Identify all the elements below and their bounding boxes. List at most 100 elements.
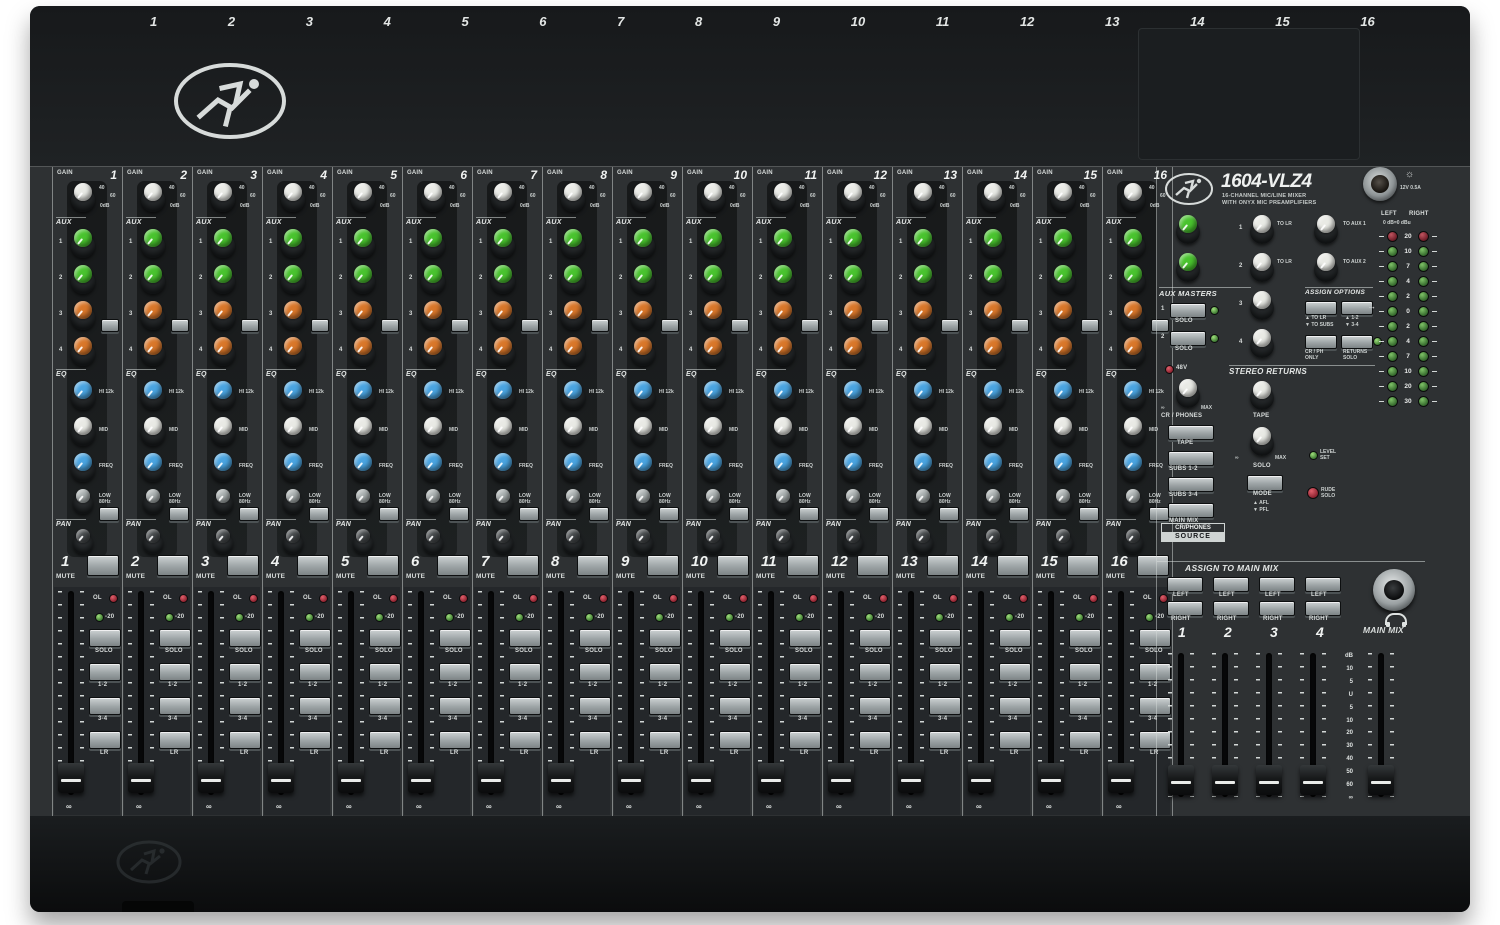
eq-mid-knob[interactable] — [840, 417, 866, 447]
pan-knob[interactable] — [422, 529, 444, 555]
option-to-lr-subs-button[interactable] — [1305, 301, 1337, 315]
gain-knob[interactable] — [350, 183, 376, 213]
aux4-knob[interactable] — [350, 337, 376, 367]
solo-button[interactable] — [719, 629, 751, 647]
aux2-knob[interactable] — [210, 265, 236, 295]
mute-button[interactable] — [367, 555, 399, 576]
aux-shift-button[interactable] — [1011, 319, 1029, 332]
fader-cap[interactable] — [1168, 765, 1194, 795]
aux-shift-button[interactable] — [521, 319, 539, 332]
eq-mid-knob[interactable] — [490, 417, 516, 447]
eq-low-knob[interactable] — [632, 489, 654, 515]
solo-button[interactable] — [159, 629, 191, 647]
aux2-knob[interactable] — [630, 265, 656, 295]
eq-low-knob[interactable] — [212, 489, 234, 515]
aux1-knob[interactable] — [560, 229, 586, 259]
sub-1-2-button[interactable] — [509, 663, 541, 681]
fader-cap[interactable] — [618, 763, 644, 793]
sub-1-2-button[interactable] — [159, 663, 191, 681]
sub-3-4-button[interactable] — [789, 697, 821, 715]
aux1-knob[interactable] — [840, 229, 866, 259]
fader-cap[interactable] — [1300, 765, 1326, 795]
aux3-knob[interactable] — [140, 301, 166, 331]
eq-low-knob[interactable] — [72, 489, 94, 515]
gain-knob[interactable] — [210, 183, 236, 213]
source-subs12-button[interactable] — [1168, 451, 1214, 466]
solo-button[interactable] — [369, 629, 401, 647]
eq-low-knob[interactable] — [142, 489, 164, 515]
aux4-knob[interactable] — [630, 337, 656, 367]
lr-button[interactable] — [229, 731, 261, 749]
eq-low-knob[interactable] — [842, 489, 864, 515]
aux-master-2-knob[interactable] — [1175, 253, 1201, 283]
eq-freq-knob[interactable] — [1050, 453, 1076, 483]
aux2-knob[interactable] — [910, 265, 936, 295]
eq-low-knob[interactable] — [492, 489, 514, 515]
eq-hi-knob[interactable] — [1120, 381, 1146, 411]
solo-button[interactable] — [1069, 629, 1101, 647]
sub-3-4-button[interactable] — [439, 697, 471, 715]
aux4-knob[interactable] — [910, 337, 936, 367]
low-cut-button[interactable] — [169, 507, 189, 521]
aux3-knob[interactable] — [420, 301, 446, 331]
eq-low-knob[interactable] — [912, 489, 934, 515]
pan-knob[interactable] — [632, 529, 654, 555]
aux3-knob[interactable] — [1050, 301, 1076, 331]
aux1-knob[interactable] — [770, 229, 796, 259]
option-returns-solo-button[interactable] — [1341, 335, 1373, 349]
gain-knob[interactable] — [560, 183, 586, 213]
aux-shift-button[interactable] — [171, 319, 189, 332]
low-cut-button[interactable] — [99, 507, 119, 521]
pan-knob[interactable] — [562, 529, 584, 555]
eq-hi-knob[interactable] — [910, 381, 936, 411]
fader-cap[interactable] — [1212, 765, 1238, 795]
eq-mid-knob[interactable] — [770, 417, 796, 447]
sub-3-4-button[interactable] — [89, 697, 121, 715]
eq-mid-knob[interactable] — [1120, 417, 1146, 447]
lr-button[interactable] — [719, 731, 751, 749]
gain-knob[interactable] — [1120, 183, 1146, 213]
aux4-knob[interactable] — [1050, 337, 1076, 367]
sub-3-4-button[interactable] — [999, 697, 1031, 715]
eq-mid-knob[interactable] — [420, 417, 446, 447]
aux2-knob[interactable] — [490, 265, 516, 295]
aux1-knob[interactable] — [140, 229, 166, 259]
option-crph-only-button[interactable] — [1305, 335, 1337, 349]
aux3-knob[interactable] — [210, 301, 236, 331]
fader-cap[interactable] — [338, 763, 364, 793]
tape-knob[interactable] — [1249, 381, 1275, 411]
fader-cap[interactable] — [968, 763, 994, 793]
lr-button[interactable] — [439, 731, 471, 749]
eq-freq-knob[interactable] — [630, 453, 656, 483]
aux-shift-button[interactable] — [381, 319, 399, 332]
low-cut-button[interactable] — [659, 507, 679, 521]
gain-knob[interactable] — [1050, 183, 1076, 213]
solo-button[interactable] — [929, 629, 961, 647]
solo-button[interactable] — [229, 629, 261, 647]
sub-1-2-button[interactable] — [859, 663, 891, 681]
aux4-knob[interactable] — [490, 337, 516, 367]
aux2-knob[interactable] — [70, 265, 96, 295]
aux1-knob[interactable] — [350, 229, 376, 259]
mute-button[interactable] — [927, 555, 959, 576]
return-2-knob[interactable] — [1249, 253, 1275, 283]
eq-freq-knob[interactable] — [770, 453, 796, 483]
fader-cap[interactable] — [1108, 763, 1134, 793]
lr-button[interactable] — [649, 731, 681, 749]
eq-mid-knob[interactable] — [280, 417, 306, 447]
eq-hi-knob[interactable] — [70, 381, 96, 411]
fader-cap[interactable] — [478, 763, 504, 793]
eq-freq-knob[interactable] — [910, 453, 936, 483]
sub-1-2-button[interactable] — [719, 663, 751, 681]
mute-button[interactable] — [1067, 555, 1099, 576]
sub-1-2-button[interactable] — [649, 663, 681, 681]
aux-shift-button[interactable] — [591, 319, 609, 332]
solo-button[interactable] — [299, 629, 331, 647]
solo-button[interactable] — [789, 629, 821, 647]
sub-fader-3[interactable] — [1255, 653, 1283, 813]
aux-shift-button[interactable] — [661, 319, 679, 332]
eq-freq-knob[interactable] — [210, 453, 236, 483]
eq-low-knob[interactable] — [282, 489, 304, 515]
aux4-knob[interactable] — [140, 337, 166, 367]
lamp-bnc-connector[interactable] — [1363, 167, 1397, 201]
